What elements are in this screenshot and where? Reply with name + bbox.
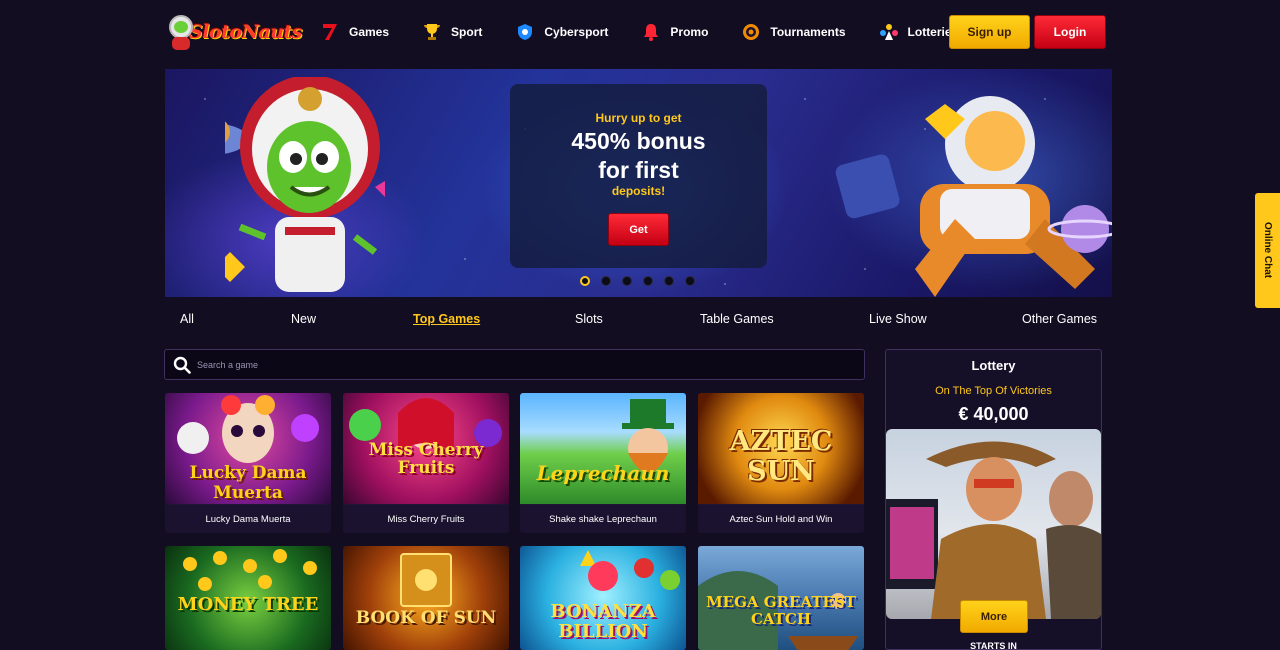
tab-slots[interactable]: Slots: [575, 312, 603, 326]
game-thumbnail: MEGA GREATEST CATCH: [698, 546, 864, 650]
tab-new[interactable]: New: [291, 312, 316, 326]
lottery-subtitle: On The Top Of Victories: [935, 385, 1052, 397]
tab-all[interactable]: All: [180, 312, 194, 326]
header: SlotoNauts Games Sport Cybersport Promo: [0, 0, 1280, 64]
astronaut-mascot-icon: [166, 13, 193, 51]
lottery-more-button[interactable]: More: [960, 600, 1028, 633]
game-card[interactable]: BOOK OF SUN: [343, 546, 509, 650]
game-name: Lucky Dama Muerta: [165, 505, 331, 533]
game-card[interactable]: Leprechaun Shake shake Leprechaun: [520, 393, 686, 533]
lottery-illustration: [886, 429, 1101, 619]
category-tabs: All New Top Games Slots Table Games Live…: [165, 312, 1112, 332]
game-thumb-title: MONEY TREE: [177, 594, 319, 615]
nav-games[interactable]: Games: [320, 22, 389, 42]
carousel-dot[interactable]: [643, 276, 653, 286]
leprechaun-art: [622, 399, 674, 473]
game-card[interactable]: MEGA GREATEST CATCH: [698, 546, 864, 650]
nav-sport-label: Sport: [451, 25, 483, 39]
carousel-dot[interactable]: [601, 276, 611, 286]
game-thumbnail: MONEY TREE: [165, 546, 331, 650]
game-thumb-title: AZTEC SUN: [729, 426, 833, 487]
game-thumb-title: MEGA GREATEST CATCH: [706, 593, 856, 628]
online-chat-label: Online Chat: [1262, 222, 1273, 279]
tab-other-games[interactable]: Other Games: [1022, 312, 1097, 326]
game-thumb-title: Lucky Dama Muerta: [189, 463, 307, 503]
seven-icon: [320, 22, 340, 42]
lottery-starts-in: STARTS IN: [970, 641, 1017, 650]
promo-headline-line2: for first: [598, 157, 679, 183]
game-thumbnail: BONANZA BILLION: [520, 546, 686, 650]
nav-promo[interactable]: Promo: [641, 22, 708, 42]
promo-post-text: deposits!: [611, 184, 666, 198]
game-thumbnail: BOOK OF SUN: [343, 546, 509, 650]
game-card[interactable]: Miss Cherry Fruits Miss Cherry Fruits: [343, 393, 509, 533]
game-thumb-title: BOOK OF SUN: [355, 608, 497, 628]
promo-headline-line1: 450% bonus: [571, 128, 706, 154]
nav-sport[interactable]: Sport: [422, 22, 482, 42]
carousel-dot[interactable]: [580, 276, 590, 286]
game-name: Miss Cherry Fruits: [343, 505, 509, 533]
nav-promo-label: Promo: [670, 25, 709, 39]
alien-astronaut-illustration: [225, 77, 385, 292]
game-thumbnail: Lucky Dama Muerta: [165, 393, 331, 504]
promo-headline: 450% bonus for first: [510, 127, 767, 185]
shield-icon: [515, 22, 535, 42]
nav-lotteries[interactable]: Lotteries: [879, 22, 958, 42]
logo-text: SlotoNauts: [188, 21, 303, 43]
book-of-sun-art: [400, 553, 452, 607]
login-button[interactable]: Login: [1034, 15, 1106, 49]
promo-banner[interactable]: Hurry up to get 450% bonus for first dep…: [165, 69, 1112, 297]
game-card[interactable]: AZTEC SUN Aztec Sun Hold and Win: [698, 393, 864, 533]
game-card[interactable]: BONANZA BILLION: [520, 546, 686, 650]
game-thumbnail: Leprechaun: [520, 393, 686, 504]
nav-cybersport-label: Cybersport: [544, 25, 609, 39]
tab-top-games[interactable]: Top Games: [413, 312, 480, 326]
site-logo[interactable]: SlotoNauts: [166, 12, 303, 52]
search-icon[interactable]: [167, 349, 197, 380]
lottery-title: Lottery: [971, 358, 1016, 373]
search-input[interactable]: [197, 359, 837, 370]
carousel-dot[interactable]: [664, 276, 674, 286]
carousel-dot[interactable]: [622, 276, 632, 286]
game-thumb-title: BONANZA BILLION: [550, 601, 656, 642]
online-chat-button[interactable]: Online Chat: [1255, 193, 1280, 308]
game-thumbnail: Miss Cherry Fruits: [343, 393, 509, 504]
signup-button[interactable]: Sign up: [949, 15, 1030, 49]
cowboy-characters-art: [886, 441, 1101, 619]
lottery-prize-amount: € 40,000: [958, 404, 1029, 424]
nav-tournaments[interactable]: Tournaments: [741, 22, 846, 42]
carousel-dots: [580, 276, 706, 286]
lottery-widget: Lottery On The Top Of Victories € 40,000…: [885, 349, 1102, 650]
bell-icon: [641, 22, 661, 42]
lottery-icon: [879, 22, 899, 42]
game-thumb-title: Leprechaun: [536, 461, 670, 485]
game-card[interactable]: Lucky Dama Muerta Lucky Dama Muerta: [165, 393, 331, 533]
carousel-dot[interactable]: [685, 276, 695, 286]
promo-card: Hurry up to get 450% bonus for first dep…: [510, 84, 767, 268]
game-thumbnail: AZTEC SUN: [698, 393, 864, 504]
tab-table-games[interactable]: Table Games: [700, 312, 774, 326]
game-search: [164, 349, 865, 380]
game-name: Aztec Sun Hold and Win: [698, 505, 864, 533]
game-thumb-title: Miss Cherry Fruits: [368, 440, 484, 478]
promo-pre-text: Hurry up to get: [595, 111, 682, 125]
trophy-icon: [422, 22, 442, 42]
get-bonus-button[interactable]: Get: [608, 213, 669, 246]
game-name: Shake shake Leprechaun: [520, 505, 686, 533]
astronaut-illustration: [835, 96, 1112, 297]
game-card[interactable]: MONEY TREE: [165, 546, 331, 650]
nav-cybersport[interactable]: Cybersport: [515, 22, 608, 42]
main-nav: Games Sport Cybersport Promo Tournaments: [320, 0, 958, 64]
nav-tournaments-label: Tournaments: [770, 25, 846, 39]
tab-live-show[interactable]: Live Show: [869, 312, 927, 326]
nav-games-label: Games: [349, 25, 390, 39]
gear-icon: [741, 22, 761, 42]
